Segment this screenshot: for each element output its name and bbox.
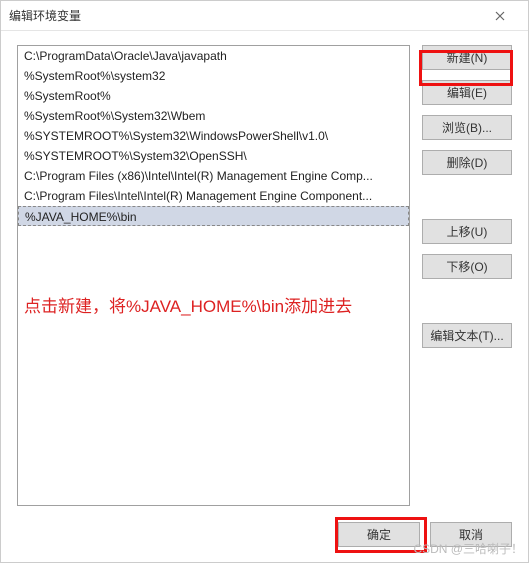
list-item[interactable]: C:\Program Files (x86)\Intel\Intel(R) Ma… <box>18 166 409 186</box>
list-item[interactable]: C:\Program Files\Intel\Intel(R) Manageme… <box>18 186 409 206</box>
list-item[interactable]: %SYSTEMROOT%\System32\OpenSSH\ <box>18 146 409 166</box>
titlebar: 编辑环境变量 <box>1 1 528 31</box>
list-item[interactable]: %SYSTEMROOT%\System32\WindowsPowerShell\… <box>18 126 409 146</box>
content-area: C:\ProgramData\Oracle\Java\javapath %Sys… <box>1 31 528 506</box>
list-item[interactable]: %SystemRoot% <box>18 86 409 106</box>
list-item[interactable]: C:\ProgramData\Oracle\Java\javapath <box>18 46 409 66</box>
browse-button[interactable]: 浏览(B)... <box>422 115 512 140</box>
close-icon <box>495 11 505 21</box>
cancel-button[interactable]: 取消 <box>430 522 512 547</box>
path-listbox[interactable]: C:\ProgramData\Oracle\Java\javapath %Sys… <box>17 45 410 506</box>
list-item-selected[interactable]: %JAVA_HOME%\bin <box>18 206 409 226</box>
button-column: 新建(N) 编辑(E) 浏览(B)... 删除(D) 上移(U) 下移(O) 编… <box>422 45 512 506</box>
dialog-title: 编辑环境变量 <box>9 7 480 24</box>
moveup-button[interactable]: 上移(U) <box>422 219 512 244</box>
ok-button[interactable]: 确定 <box>338 522 420 547</box>
list-item[interactable]: %SystemRoot%\system32 <box>18 66 409 86</box>
close-button[interactable] <box>480 4 520 28</box>
dialog-window: 编辑环境变量 C:\ProgramData\Oracle\Java\javapa… <box>0 0 529 563</box>
new-button[interactable]: 新建(N) <box>422 45 512 70</box>
list-item[interactable]: %SystemRoot%\System32\Wbem <box>18 106 409 126</box>
annotation-text: 点击新建，将%JAVA_HOME%\bin添加进去 <box>24 294 403 320</box>
delete-button[interactable]: 删除(D) <box>422 150 512 175</box>
edit-button[interactable]: 编辑(E) <box>422 80 512 105</box>
dialog-footer: 确定 取消 <box>1 506 528 562</box>
edittext-button[interactable]: 编辑文本(T)... <box>422 323 512 348</box>
movedown-button[interactable]: 下移(O) <box>422 254 512 279</box>
